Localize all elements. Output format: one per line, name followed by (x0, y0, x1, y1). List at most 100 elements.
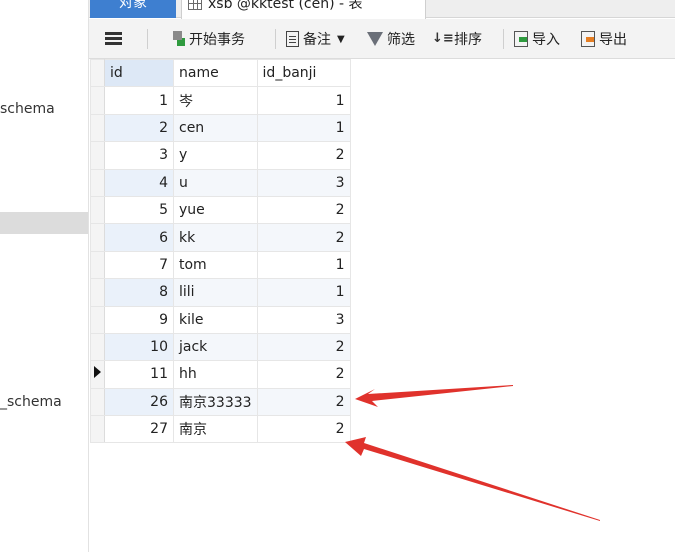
row-header[interactable] (90, 305, 105, 334)
cell-name[interactable]: 南京 (173, 415, 258, 444)
row-header[interactable] (90, 195, 105, 225)
tree-item-schema-2[interactable]: _schema (0, 394, 62, 410)
cell-id-banji[interactable]: 3 (256, 168, 351, 197)
table-icon (188, 0, 202, 10)
row-header[interactable] (90, 387, 105, 417)
cell-name[interactable]: lili (173, 278, 258, 307)
import-button[interactable]: 导入 (514, 27, 560, 51)
transaction-icon (171, 31, 185, 47)
data-grid: id name id_banji 1 岑 1 2 cen 1 3 y 2 4 u 3 5 yue 2 6 kk 2… (90, 58, 351, 444)
table-row[interactable]: 10 jack 2 (90, 332, 351, 362)
grid-header-row: id name id_banji (90, 58, 351, 88)
cell-id-banji[interactable]: 2 (256, 141, 351, 170)
row-header-corner (90, 58, 105, 88)
table-row[interactable]: 8 lili 1 (90, 278, 351, 307)
row-header[interactable] (90, 278, 105, 307)
table-row[interactable]: 7 tom 1 (90, 250, 351, 280)
cell-id-banji[interactable]: 2 (256, 195, 351, 225)
chevron-down-icon[interactable]: ▼ (337, 34, 345, 45)
table-row[interactable]: 5 yue 2 (90, 195, 351, 225)
table-row[interactable]: 2 cen 1 (90, 113, 351, 143)
row-header[interactable] (90, 250, 105, 280)
toolbar-separator (147, 29, 148, 49)
cell-id[interactable]: 4 (104, 168, 174, 197)
row-header[interactable] (90, 360, 105, 389)
annotation-arrow-lower (345, 437, 600, 521)
tab-objects[interactable]: 对象 (90, 0, 176, 18)
cell-id-banji[interactable]: 2 (256, 360, 351, 389)
cell-id[interactable]: 6 (104, 223, 174, 252)
annotation-arrow-upper (355, 385, 513, 407)
cell-name[interactable]: kk (173, 223, 258, 252)
cell-name[interactable]: u (173, 168, 258, 197)
cell-id[interactable]: 7 (104, 250, 174, 280)
current-row-pointer-icon (94, 366, 101, 379)
cell-id[interactable]: 3 (104, 141, 174, 170)
row-header[interactable] (90, 415, 105, 444)
row-header[interactable] (90, 332, 105, 362)
cell-id-banji[interactable]: 2 (256, 387, 351, 417)
cell-id[interactable]: 5 (104, 195, 174, 225)
begin-transaction-button[interactable]: 开始事务 (171, 27, 245, 51)
export-icon (581, 31, 595, 47)
row-header[interactable] (90, 113, 105, 143)
sort-button[interactable]: ↓≡ 排序 (432, 27, 482, 51)
cell-name[interactable]: y (173, 141, 258, 170)
cell-name[interactable]: kile (173, 305, 258, 334)
cell-id-banji[interactable]: 1 (256, 278, 351, 307)
cell-id-banji[interactable]: 2 (256, 223, 351, 252)
cell-name[interactable]: cen (173, 113, 258, 143)
cell-name[interactable]: 南京33333 (173, 387, 258, 417)
cell-id-banji[interactable]: 1 (256, 113, 351, 143)
row-header[interactable] (90, 86, 105, 115)
cell-name[interactable]: 岑 (173, 86, 258, 115)
table-row[interactable]: 26 南京33333 2 (90, 387, 351, 417)
table-row[interactable]: 27 南京 2 (90, 415, 351, 444)
export-button[interactable]: 导出 (581, 27, 627, 51)
filter-button[interactable]: 筛选 (367, 27, 415, 51)
toolbar: 开始事务 备注 ▼ 筛选 ↓≡ 排序 导入 导出 (89, 19, 675, 59)
import-icon (514, 31, 528, 47)
table-row[interactable]: 3y2 (90, 141, 351, 170)
tree-item-schema[interactable]: schema (0, 101, 55, 117)
cell-id[interactable]: 26 (104, 387, 174, 417)
cell-id[interactable]: 1 (104, 86, 174, 115)
tab-table-xsb[interactable]: xsb @kktest (cen) - 表 (181, 0, 426, 19)
column-header-id[interactable]: id (104, 58, 174, 88)
cell-id-banji[interactable]: 2 (256, 415, 351, 444)
menu-button[interactable] (105, 27, 126, 51)
cell-name[interactable]: yue (173, 195, 258, 225)
cell-id[interactable]: 8 (104, 278, 174, 307)
toolbar-separator (275, 29, 276, 49)
cell-name[interactable]: tom (173, 250, 258, 280)
row-header[interactable] (90, 141, 105, 170)
cell-id[interactable]: 10 (104, 332, 174, 362)
sort-label: 排序 (454, 32, 482, 48)
cell-id[interactable]: 2 (104, 113, 174, 143)
memo-icon (286, 31, 299, 47)
cell-id-banji[interactable]: 1 (256, 250, 351, 280)
selected-tree-item-highlight[interactable] (0, 212, 88, 234)
cell-name[interactable]: hh (173, 360, 258, 389)
table-row[interactable]: 1岑1 (90, 86, 351, 115)
table-row[interactable]: 11 hh 2 (90, 360, 351, 389)
cell-id[interactable]: 11 (104, 360, 174, 389)
cell-id-banji[interactable]: 2 (256, 332, 351, 362)
cell-id-banji[interactable]: 1 (256, 86, 351, 115)
cell-id[interactable]: 27 (104, 415, 174, 444)
memo-button[interactable]: 备注 ▼ (286, 27, 345, 51)
cell-name[interactable]: jack (173, 332, 258, 362)
row-header[interactable] (90, 168, 105, 197)
column-header-id-banji[interactable]: id_banji (256, 58, 351, 88)
table-row[interactable]: 4u3 (90, 168, 351, 197)
column-header-name[interactable]: name (173, 58, 258, 88)
navigation-pane: schema _schema (0, 0, 89, 552)
row-header[interactable] (90, 223, 105, 252)
table-row[interactable]: 9 kile 3 (90, 305, 351, 334)
cell-id[interactable]: 9 (104, 305, 174, 334)
cell-id-banji[interactable]: 3 (256, 305, 351, 334)
import-label: 导入 (532, 32, 560, 48)
begin-transaction-label: 开始事务 (189, 32, 245, 48)
table-row[interactable]: 6 kk 2 (90, 223, 351, 252)
filter-icon (367, 32, 383, 46)
